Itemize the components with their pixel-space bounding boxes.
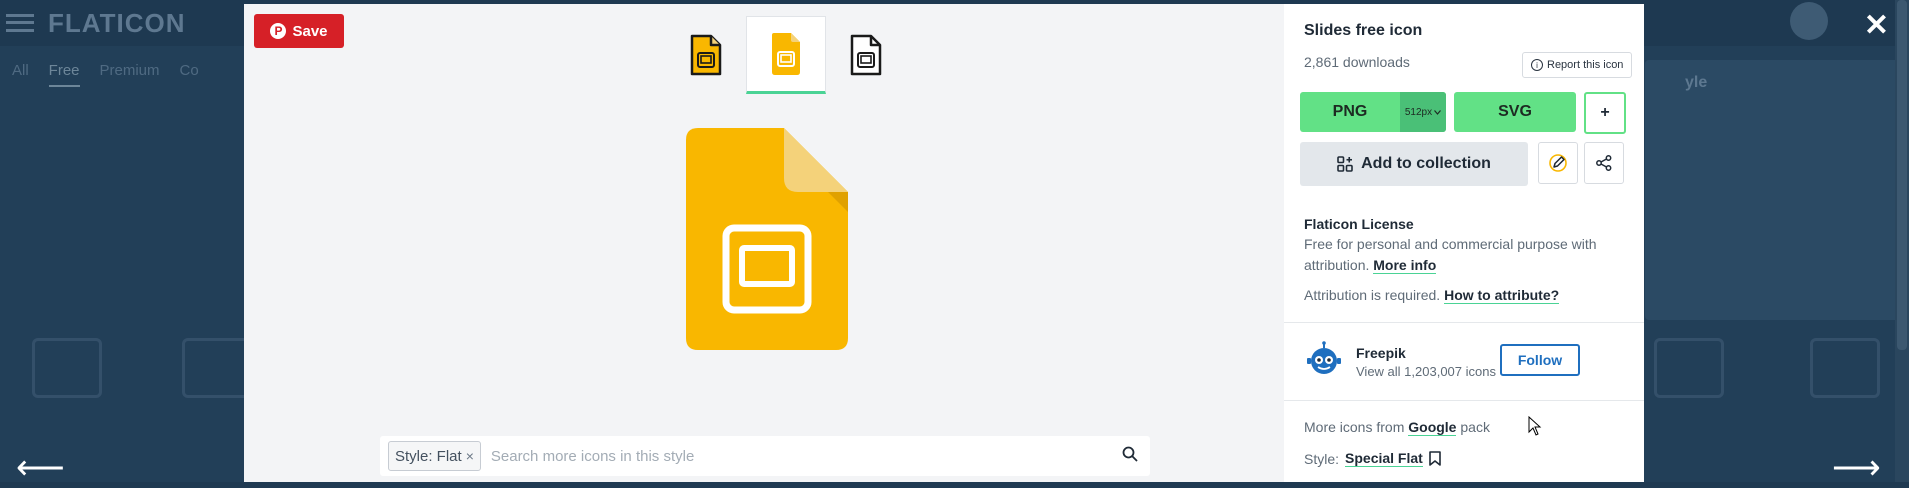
mouse-cursor-icon: [1528, 416, 1542, 436]
pack-link[interactable]: Google: [1408, 419, 1457, 436]
report-label: Report this icon: [1547, 59, 1624, 71]
info-icon: i: [1531, 59, 1543, 71]
slides-outline-yellow-icon: [690, 34, 722, 76]
icon-preview: [682, 124, 852, 359]
bookmark-icon[interactable]: [1429, 451, 1441, 466]
collection-label: Add to collection: [1361, 155, 1491, 172]
icon-title: Slides free icon: [1304, 22, 1423, 39]
next-arrow-icon[interactable]: ⟶: [1832, 448, 1881, 488]
style-search-bar: Style: Flat ×: [380, 436, 1150, 476]
more-info-link[interactable]: More info: [1373, 257, 1437, 274]
author-icon-count[interactable]: View all 1,203,007 icons: [1356, 364, 1496, 379]
collection-icon: [1337, 156, 1353, 172]
page-scrollbar[interactable]: [1895, 0, 1909, 482]
attribution-text: Attribution is required.: [1304, 287, 1441, 303]
slides-outline-black-icon: [850, 34, 882, 76]
background-icon: [182, 338, 252, 398]
pinterest-save-button[interactable]: P Save: [254, 14, 344, 48]
chip-remove-icon[interactable]: ×: [466, 448, 474, 464]
share-icon: [1596, 155, 1612, 171]
background-icon: [32, 338, 102, 398]
background-tab: Free: [48, 62, 80, 87]
attribution-line: Attribution is required. How to attribut…: [1304, 287, 1560, 304]
license-description: Free for personal and commercial purpose…: [1304, 234, 1624, 276]
background-logo: FLATICON: [48, 8, 186, 38]
preview-pane: P Save Style: Flat × Search more icons i…: [244, 4, 1284, 482]
style-filter-chip[interactable]: Style: Flat ×: [388, 441, 481, 471]
style-search-input[interactable]: [480, 446, 1122, 466]
author-name[interactable]: Freepik: [1356, 345, 1406, 361]
background-panel: yle: [1645, 60, 1909, 320]
thumbnail-outline-yellow[interactable]: [666, 16, 746, 94]
divider: [1284, 322, 1644, 323]
background-tab: Co: [179, 62, 199, 79]
close-icon[interactable]: ✕: [1864, 8, 1889, 43]
style-prefix: Style:: [1304, 450, 1340, 467]
style-thumbnails: [666, 16, 906, 94]
more-formats-button[interactable]: +: [1584, 92, 1626, 134]
background-tabs: All Free Premium Co: [12, 62, 199, 87]
report-button[interactable]: i Report this icon: [1522, 52, 1633, 78]
more-icons-suffix: pack: [1460, 419, 1490, 435]
background-tab: Premium: [99, 62, 160, 79]
background-panel-text: yle: [1685, 74, 1708, 91]
save-label: Save: [292, 22, 328, 40]
freepik-avatar-icon[interactable]: [1306, 341, 1342, 377]
thumbnail-outline-black[interactable]: [826, 16, 906, 94]
search-icon[interactable]: [1122, 446, 1138, 467]
thumbnail-flat-yellow[interactable]: [746, 16, 826, 94]
scrollbar-thumb[interactable]: [1897, 0, 1907, 350]
divider: [1284, 400, 1644, 401]
follow-button[interactable]: Follow: [1500, 344, 1580, 376]
license-title: Flaticon License: [1304, 216, 1414, 232]
background-icon: [1810, 338, 1880, 398]
pinterest-icon: P: [270, 23, 287, 39]
style-link[interactable]: Special Flat: [1345, 450, 1423, 467]
user-avatar: [1790, 2, 1828, 40]
slides-flat-yellow-icon: [772, 33, 800, 75]
chevron-down-icon: [1434, 109, 1442, 115]
menu-icon: [6, 14, 34, 32]
edit-icon-button[interactable]: [1538, 142, 1578, 184]
png-size-select[interactable]: 512px: [1400, 92, 1446, 132]
png-size-value: 512px: [1404, 106, 1433, 118]
png-download-button[interactable]: PNG 512px: [1300, 92, 1446, 132]
more-icons-prefix: More icons from: [1304, 419, 1405, 435]
add-to-collection-button[interactable]: Add to collection: [1300, 142, 1528, 186]
edit-pencil-icon: [1549, 154, 1567, 172]
svg-download-button[interactable]: SVG: [1454, 92, 1576, 132]
background-icon: [1654, 338, 1724, 398]
slides-large-icon: [686, 128, 848, 350]
detail-pane: Slides free icon 2,861 downloads i Repor…: [1284, 4, 1644, 482]
previous-arrow-icon[interactable]: ⟵: [16, 448, 65, 488]
background-tab: All: [12, 62, 29, 79]
png-label: PNG: [1332, 103, 1368, 120]
how-to-attribute-link[interactable]: How to attribute?: [1444, 287, 1560, 304]
icon-detail-modal: P Save Style: Flat × Search more icons i…: [244, 4, 1644, 482]
style-line: Style: Special Flat: [1304, 450, 1441, 467]
share-button[interactable]: [1584, 142, 1624, 184]
more-icons-line: More icons from Google pack: [1304, 419, 1490, 436]
style-chip-label: Style: Flat: [395, 447, 462, 465]
license-text: Free for personal and commercial purpose…: [1304, 236, 1597, 273]
download-count: 2,861 downloads: [1304, 54, 1410, 70]
